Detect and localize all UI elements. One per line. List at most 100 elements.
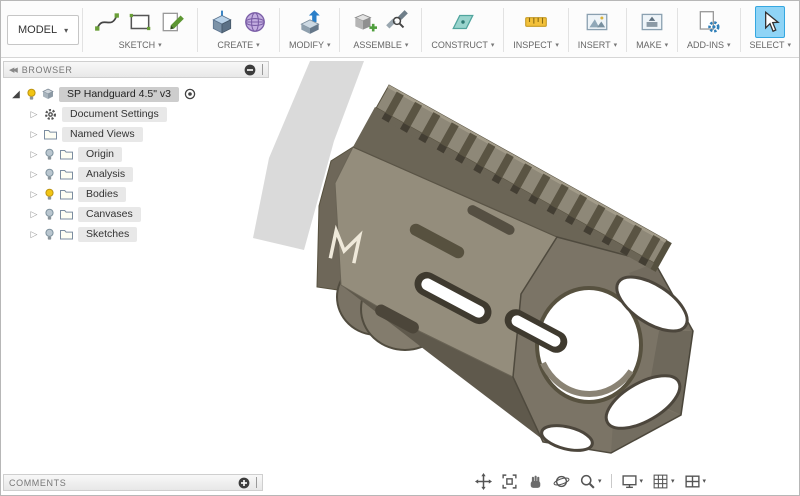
browser-item-label[interactable]: Named Views (62, 126, 143, 142)
browser-item-document-settings[interactable]: ▷ Document Settings (11, 104, 269, 124)
toolbar-divider (567, 8, 569, 52)
visibility-bulb-off-icon[interactable] (44, 228, 55, 241)
rectangle-sketch-icon[interactable] (125, 6, 155, 38)
visibility-bulb-off-icon[interactable] (44, 208, 55, 221)
expand-arrow-icon[interactable]: ▷ (29, 189, 39, 200)
chevron-down-icon: ▾ (664, 42, 669, 49)
browser-root-label[interactable]: SP Handguard 4.5" v3 (59, 86, 179, 102)
chevron-down-icon: ▾ (64, 25, 69, 35)
scripts-addins-icon[interactable] (694, 6, 724, 38)
visibility-bulb-on-icon[interactable] (26, 88, 37, 101)
browser-title: BROWSER (21, 64, 73, 75)
pan-icon[interactable] (475, 472, 492, 490)
handguard-model[interactable] (316, 84, 696, 455)
zoom-icon[interactable]: ▾ (579, 473, 602, 490)
toolbar-divider (626, 8, 628, 52)
comments-title: COMMENTS (9, 477, 67, 488)
expand-arrow-icon[interactable]: ▷ (29, 209, 39, 220)
view-navigation-bar: ▾ ▾ ▾ ▾ (475, 471, 706, 491)
visibility-bulb-off-icon[interactable] (44, 148, 55, 161)
toolbar-group-inspect: INSPECT ▾ (507, 3, 565, 57)
browser-item-label[interactable]: Origin (78, 146, 123, 162)
toolbar-divider (82, 8, 84, 52)
insert-canvas-icon[interactable] (582, 6, 612, 38)
orbit-icon[interactable] (553, 473, 570, 490)
chevron-down-icon: ▾ (727, 42, 731, 49)
expand-arrow-icon[interactable]: ▷ (29, 229, 39, 240)
folder-icon (60, 189, 73, 199)
select-menu[interactable]: SELECT ▾ (750, 40, 792, 50)
navbar-divider (610, 474, 612, 488)
select-cursor-icon[interactable] (755, 6, 786, 38)
browser-header[interactable]: ◀◀ BROWSER (3, 61, 269, 78)
minimize-panel-icon[interactable] (244, 64, 256, 76)
toolbar-group-sketch: SKETCH ▾ (86, 3, 194, 57)
browser-item-label[interactable]: Bodies (78, 186, 127, 202)
construct-menu[interactable]: CONSTRUCT ▾ (431, 40, 494, 50)
visibility-bulb-off-icon[interactable] (44, 168, 55, 181)
browser-item-origin[interactable]: ▷ Origin (11, 144, 269, 164)
press-pull-icon[interactable] (295, 6, 325, 38)
comments-bar[interactable]: COMMENTS (3, 474, 263, 491)
toolbar-group-modify: MODIFY ▾ (283, 3, 337, 57)
browser-item-label[interactable]: Sketches (78, 226, 138, 242)
expand-arrow-icon[interactable]: ▷ (29, 169, 39, 180)
expand-comments-icon[interactable] (238, 477, 250, 489)
toolbar-divider (197, 8, 199, 52)
expand-arrow-icon[interactable]: ▷ (29, 129, 39, 140)
browser-item-label[interactable]: Document Settings (62, 106, 167, 122)
insert-menu[interactable]: INSERT ▾ (578, 40, 617, 50)
toolbar-group-make: MAKE ▾ (630, 3, 674, 57)
toolbar-group-create: CREATE ▾ (201, 3, 276, 57)
modify-menu[interactable]: MODIFY ▾ (289, 40, 331, 50)
browser-item-named-views[interactable]: ▷ Named Views (11, 124, 269, 144)
fusion-window: MODEL ▾ SKETCH ▾ CREATE ▾ MODIFY ▾ ASSEM… (0, 0, 800, 496)
panel-resize-handle[interactable] (256, 477, 257, 488)
workspace-dropdown[interactable]: MODEL ▾ (7, 15, 80, 45)
create-menu[interactable]: CREATE ▾ (217, 40, 259, 50)
addins-menu[interactable]: ADD-INS ▾ (687, 40, 731, 50)
toolbar-divider (503, 8, 505, 52)
make-menu[interactable]: MAKE ▾ (636, 40, 668, 50)
chevron-down-icon: ▾ (613, 42, 618, 49)
main-toolbar: MODEL ▾ SKETCH ▾ CREATE ▾ MODIFY ▾ ASSEM… (1, 1, 799, 58)
joint-icon[interactable] (382, 6, 412, 38)
grab-hand-icon[interactable] (527, 473, 544, 490)
expand-arrow-icon[interactable]: ▷ (29, 149, 39, 160)
sketch-menu[interactable]: SKETCH ▾ (119, 40, 162, 50)
extrude-box-icon[interactable] (207, 6, 237, 38)
browser-item-sketches[interactable]: ▷ Sketches (11, 224, 269, 244)
create-sketch-icon[interactable] (158, 6, 188, 38)
panel-resize-handle[interactable] (262, 64, 263, 75)
spline-icon[interactable] (92, 6, 122, 38)
toolbar-divider (339, 8, 341, 52)
measure-icon[interactable] (521, 6, 551, 38)
browser-item-analysis[interactable]: ▷ Analysis (11, 164, 269, 184)
browser-tree: ◢ SP Handguard 4.5" v3 ▷ Document Settin… (3, 78, 269, 244)
browser-item-label[interactable]: Analysis (78, 166, 134, 182)
inspect-menu[interactable]: INSPECT ▾ (513, 40, 559, 50)
folder-icon (60, 149, 73, 159)
component-cube-icon (42, 88, 54, 99)
zoom-fit-icon[interactable] (501, 473, 518, 490)
visibility-bulb-on-icon[interactable] (44, 188, 55, 201)
assemble-menu[interactable]: ASSEMBLE ▾ (353, 40, 408, 50)
browser-item-label[interactable]: Canvases (78, 206, 141, 222)
collapse-panel-icon[interactable]: ◀◀ (9, 66, 18, 74)
form-sphere-icon[interactable] (240, 6, 270, 38)
grid-settings-icon[interactable]: ▾ (652, 473, 675, 490)
expand-arrow-icon[interactable]: ▷ (29, 109, 39, 120)
display-settings-icon[interactable]: ▾ (621, 473, 643, 490)
browser-item-bodies[interactable]: ▷ Bodies (11, 184, 269, 204)
browser-root-row[interactable]: ◢ SP Handguard 4.5" v3 (11, 84, 269, 104)
browser-panel: ◀◀ BROWSER ◢ SP Handguard 4.5" v3 ▷ Docu… (3, 61, 269, 244)
toolbar-divider (421, 8, 423, 52)
activate-component-icon[interactable] (184, 88, 196, 100)
toolbar-divider (739, 8, 741, 52)
new-component-icon[interactable] (349, 6, 379, 38)
make-print-icon[interactable] (637, 6, 667, 38)
expand-arrow-icon[interactable]: ◢ (11, 89, 21, 100)
viewports-icon[interactable]: ▾ (684, 473, 706, 490)
construction-plane-icon[interactable] (448, 6, 478, 38)
browser-item-canvases[interactable]: ▷ Canvases (11, 204, 269, 224)
